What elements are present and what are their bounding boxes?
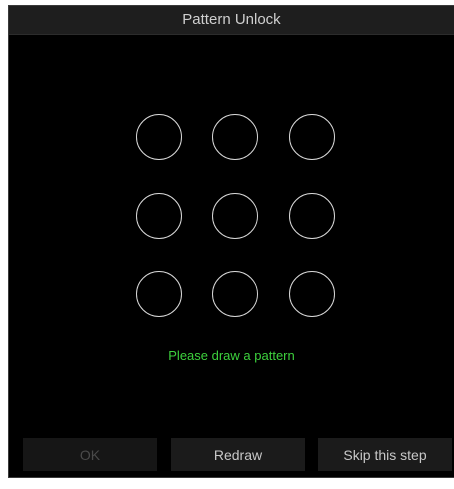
pattern-node-8[interactable]: [212, 271, 258, 317]
pattern-node-1[interactable]: [136, 114, 182, 160]
pattern-node-4[interactable]: [136, 193, 182, 239]
pattern-node-7[interactable]: [136, 271, 182, 317]
pattern-node-5[interactable]: [212, 193, 258, 239]
pattern-unlock-dialog: Pattern Unlock Please draw a pattern OK …: [8, 5, 454, 478]
pattern-node-9[interactable]: [289, 271, 335, 317]
pattern-node-3[interactable]: [289, 114, 335, 160]
redraw-button[interactable]: Redraw: [171, 438, 305, 471]
pattern-grid[interactable]: [9, 6, 454, 477]
skip-this-step-button[interactable]: Skip this step: [318, 438, 452, 471]
ok-button[interactable]: OK: [23, 438, 157, 471]
pattern-hint-text: Please draw a pattern: [168, 348, 295, 363]
pattern-node-2[interactable]: [212, 114, 258, 160]
pattern-node-6[interactable]: [289, 193, 335, 239]
